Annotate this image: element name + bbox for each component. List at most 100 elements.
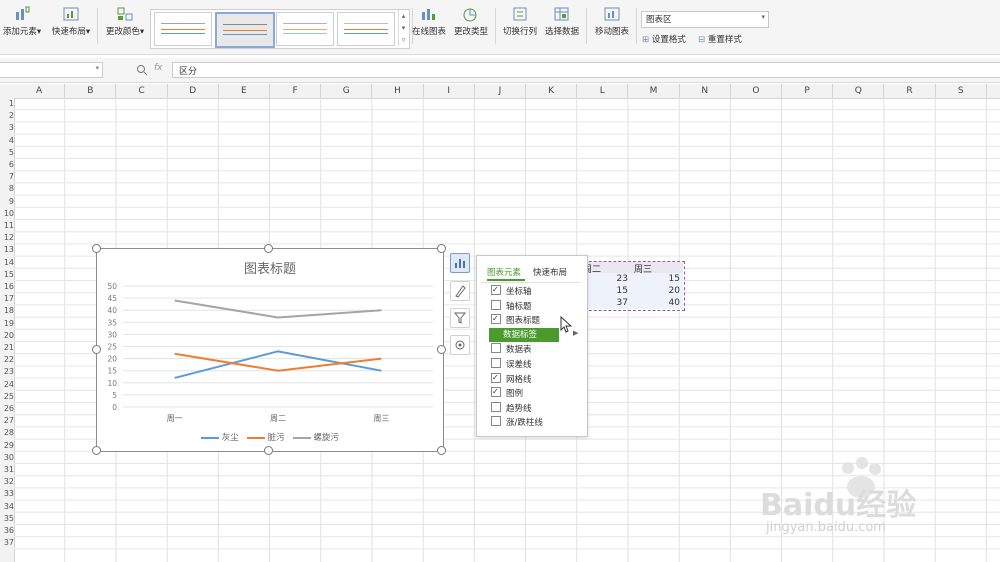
row-header-16[interactable]: 16 xyxy=(0,281,14,293)
chart-area-select[interactable]: 图表区 ▾ xyxy=(641,11,769,28)
column-header-f[interactable]: F xyxy=(270,84,322,98)
row-header-23[interactable]: 23 xyxy=(0,366,14,378)
row-header-11[interactable]: 11 xyxy=(0,220,14,232)
resize-handle[interactable] xyxy=(92,345,101,354)
line-chart[interactable]: 图表标题 0 5 10 15 20 25 30 35 40 45 50 周一 周二 周三 灰尘 脏污 螺旋… xyxy=(96,248,444,452)
set-format-button[interactable]: ⊞ 设置格式 xyxy=(642,33,686,45)
row-header-33[interactable]: 33 xyxy=(0,488,14,500)
resize-handle[interactable] xyxy=(437,244,446,253)
row-header-7[interactable]: 7 xyxy=(0,171,14,183)
row-header-37[interactable]: 37 xyxy=(0,537,14,549)
chart-elements-button[interactable] xyxy=(450,253,470,273)
checkbox-checked[interactable] xyxy=(491,385,501,398)
resize-handle[interactable] xyxy=(264,244,273,253)
gallery-scroll[interactable]: ▴ ▾ ▿ xyxy=(398,10,408,46)
row-header-8[interactable]: 8 xyxy=(0,183,14,195)
name-box[interactable]: ▾ xyxy=(0,62,103,78)
tab-chart-elements[interactable]: 图表元素 xyxy=(487,266,521,278)
column-header-a[interactable]: A xyxy=(14,84,66,98)
zoom-icon[interactable] xyxy=(136,64,148,76)
column-header-s[interactable]: S xyxy=(936,84,987,98)
column-header-m[interactable]: M xyxy=(628,84,680,98)
chart-style-thumb-2[interactable] xyxy=(215,12,275,48)
row-header-22[interactable]: 22 xyxy=(0,354,14,366)
column-header-k[interactable]: K xyxy=(526,84,578,98)
checkbox[interactable] xyxy=(491,416,501,427)
row-header-6[interactable]: 6 xyxy=(0,159,14,171)
checkbox-checked[interactable] xyxy=(491,312,501,325)
series-line-2[interactable] xyxy=(174,352,382,372)
row-header-13[interactable]: 13 xyxy=(0,244,14,256)
row-header-12[interactable]: 12 xyxy=(0,232,14,244)
row-header-24[interactable]: 24 xyxy=(0,379,14,391)
move-chart-button[interactable]: 移动图表 xyxy=(592,6,632,46)
column-header-r[interactable]: R xyxy=(884,84,936,98)
switch-row-col-button[interactable]: 切换行列 xyxy=(501,6,539,46)
column-header-l[interactable]: L xyxy=(577,84,629,98)
select-data-button[interactable]: 选择数据 xyxy=(543,6,581,46)
cell-m17[interactable]: 40 xyxy=(652,298,680,308)
column-header-n[interactable]: N xyxy=(680,84,731,98)
row-header-15[interactable]: 15 xyxy=(0,269,14,281)
row-header-36[interactable]: 36 xyxy=(0,525,14,537)
change-type-button[interactable]: 更改类型 xyxy=(452,6,490,46)
column-header-e[interactable]: E xyxy=(219,84,270,98)
row-header-1[interactable]: 1 xyxy=(0,98,14,110)
column-header-g[interactable]: G xyxy=(321,84,373,98)
chart-style-thumb-1[interactable] xyxy=(154,12,212,46)
chart-filter-button[interactable] xyxy=(450,308,470,328)
cell-m16[interactable]: 20 xyxy=(652,286,680,296)
checkbox-checked[interactable] xyxy=(491,283,501,296)
row-header-14[interactable]: 14 xyxy=(0,257,14,269)
resize-handle[interactable] xyxy=(92,446,101,455)
row-header-30[interactable]: 30 xyxy=(0,452,14,464)
column-header-o[interactable]: O xyxy=(731,84,782,98)
row-header-18[interactable]: 18 xyxy=(0,305,14,317)
chart-style-button[interactable] xyxy=(450,281,470,301)
resize-handle[interactable] xyxy=(437,446,446,455)
chart-element-item[interactable]: 趋势线 xyxy=(491,401,532,415)
checkbox-checked[interactable] xyxy=(491,371,501,384)
column-header-q[interactable]: Q xyxy=(833,84,885,98)
chart-element-item[interactable]: 图表标题 xyxy=(491,312,540,327)
chart-element-item[interactable]: 涨/跌柱线 xyxy=(491,416,543,429)
series-line-3[interactable] xyxy=(174,299,382,319)
change-color-button[interactable]: 更改颜色▾ xyxy=(103,6,147,46)
reset-style-button[interactable]: ⊟ 重置样式 xyxy=(698,33,742,45)
chart-element-item[interactable]: 图例 xyxy=(491,385,523,400)
row-header-10[interactable]: 10 xyxy=(0,208,14,220)
row-header-17[interactable]: 17 xyxy=(0,293,14,305)
chart-settings-button[interactable] xyxy=(450,335,470,355)
row-header-4[interactable]: 4 xyxy=(0,135,14,147)
row-header-5[interactable]: 5 xyxy=(0,147,14,159)
add-element-button[interactable]: 添加元素▾ xyxy=(0,6,44,46)
checkbox[interactable] xyxy=(491,299,501,310)
row-header-34[interactable]: 34 xyxy=(0,501,14,513)
column-header-b[interactable]: B xyxy=(65,84,117,98)
chart-style-thumb-4[interactable] xyxy=(337,12,395,46)
chart-style-thumb-3[interactable] xyxy=(276,12,334,46)
row-header-28[interactable]: 28 xyxy=(0,427,14,439)
checkbox[interactable] xyxy=(491,358,501,368)
tab-quick-layout[interactable]: 快速布局 xyxy=(533,266,567,278)
checkbox[interactable] xyxy=(491,401,501,412)
column-header-d[interactable]: D xyxy=(168,84,219,98)
cell-l16[interactable]: 15 xyxy=(600,286,628,296)
row-header-29[interactable]: 29 xyxy=(0,440,14,452)
row-header-20[interactable]: 20 xyxy=(0,330,14,342)
chart-element-item[interactable]: 轴标题 xyxy=(491,299,532,313)
row-header-31[interactable]: 31 xyxy=(0,464,14,476)
formula-input[interactable]: 区分 xyxy=(172,62,1000,78)
resize-handle[interactable] xyxy=(92,244,101,253)
row-header-3[interactable]: 3 xyxy=(0,122,14,134)
row-header-32[interactable]: 32 xyxy=(0,476,14,488)
row-header-2[interactable]: 2 xyxy=(0,110,14,122)
row-header-9[interactable]: 9 xyxy=(0,196,14,208)
column-header-c[interactable]: C xyxy=(116,84,168,98)
checkbox[interactable] xyxy=(491,343,501,354)
chart-element-item[interactable]: 数据表 xyxy=(491,343,532,356)
cell-l15[interactable]: 23 xyxy=(600,274,628,284)
column-header-p[interactable]: P xyxy=(782,84,834,98)
online-chart-button[interactable]: 在线图表 xyxy=(410,6,448,46)
chart-element-item[interactable]: 误差线 xyxy=(491,358,532,371)
